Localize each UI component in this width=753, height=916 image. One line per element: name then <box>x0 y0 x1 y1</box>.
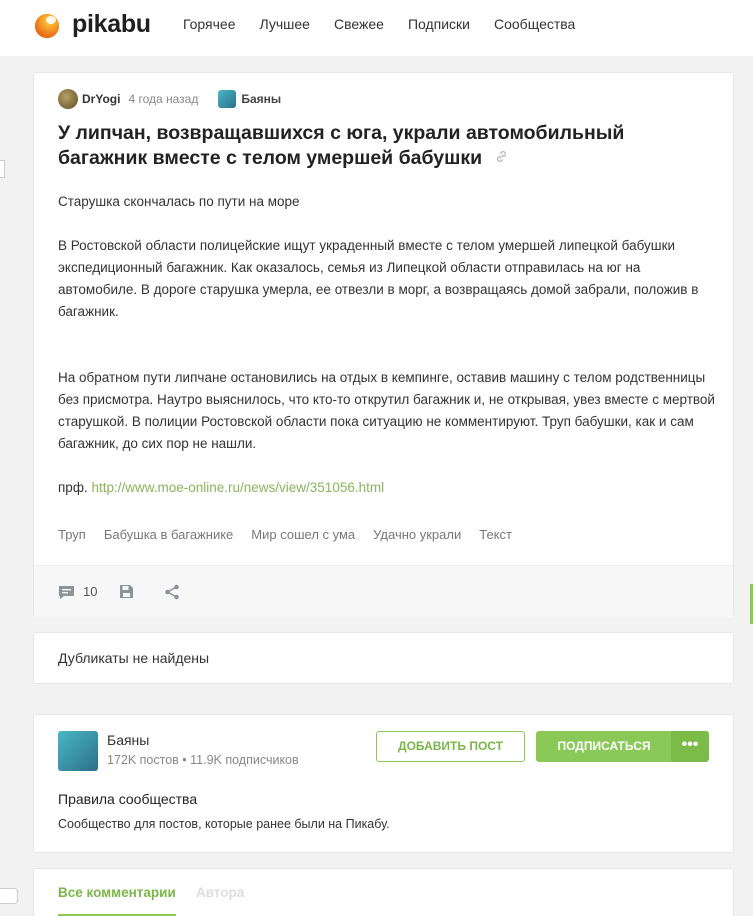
source-link[interactable]: http://www.moe-online.ru/news/view/35105… <box>91 480 384 495</box>
post-card: DrYogi 4 года назад Баяны У липчан, возв… <box>33 72 734 617</box>
subscribe-button[interactable]: ПОДПИСАТЬСЯ <box>536 731 672 762</box>
comments-button[interactable]: 10 <box>58 584 97 600</box>
tag[interactable]: Текст <box>479 527 512 542</box>
tab-author-comments[interactable]: Автора <box>196 885 244 900</box>
save-icon <box>120 585 134 598</box>
author-name[interactable]: DrYogi <box>82 92 120 106</box>
tag[interactable]: Труп <box>58 527 86 542</box>
author-avatar[interactable] <box>58 89 78 109</box>
pikabu-logo-icon <box>33 11 61 39</box>
main-nav: Горячее Лучшее Свежее Подписки Сообществ… <box>183 16 599 32</box>
community-name[interactable]: Баяны <box>241 92 281 106</box>
sidebar-toggle[interactable] <box>0 160 5 178</box>
community-card: Баяны 172K постов • 11.9K подписчиков ДО… <box>33 714 734 853</box>
nav-best[interactable]: Лучшее <box>260 16 310 32</box>
community-title[interactable]: Баяны <box>107 732 149 748</box>
source-prefix: прф. <box>58 480 88 495</box>
community-avatar[interactable] <box>58 731 98 771</box>
post-paragraph: На обратном пути липчане остановились на… <box>58 370 715 451</box>
post-body: Старушка скончалась по пути на море В Ро… <box>58 191 718 499</box>
tab-all-comments[interactable]: Все комментарии <box>58 885 176 900</box>
share-icon <box>165 584 180 599</box>
post-time: 4 года назад <box>128 92 199 106</box>
post-footer: 10 <box>34 565 733 617</box>
link-icon[interactable] <box>494 146 509 171</box>
logo-text: pikabu <box>72 10 151 38</box>
refresh-icon[interactable] <box>0 888 18 904</box>
tag[interactable]: Удачно украли <box>373 527 461 542</box>
community-stats: 172K постов • 11.9K подписчиков <box>107 753 299 767</box>
rules-title: Правила сообщества <box>58 791 198 807</box>
post-paragraph: В Ростовской области полицейские ищут ук… <box>58 238 699 319</box>
comments-card: Все комментарии Автора <box>33 868 734 916</box>
nav-subscriptions[interactable]: Подписки <box>408 16 470 32</box>
duplicates-text: Дубликаты не найдены <box>58 650 210 666</box>
comments-count: 10 <box>83 584 98 599</box>
post-meta: DrYogi 4 года назад Баяны <box>58 89 281 109</box>
add-post-button[interactable]: ДОБАВИТЬ ПОСТ <box>376 731 525 762</box>
tag[interactable]: Мир сошел с ума <box>251 527 355 542</box>
tag[interactable]: Бабушка в багажнике <box>104 527 233 542</box>
nav-fresh[interactable]: Свежее <box>334 16 384 32</box>
duplicates-card: Дубликаты не найдены <box>33 632 734 684</box>
post-paragraph: Старушка скончалась по пути на море <box>58 194 300 209</box>
nav-communities[interactable]: Сообщества <box>494 16 575 32</box>
community-icon[interactable] <box>218 90 237 108</box>
post-title[interactable]: У липчан, возвращавшихся с юга, украли а… <box>58 121 718 171</box>
post-tags: Труп Бабушка в багажнике Мир сошел с ума… <box>58 527 530 542</box>
more-options-button[interactable]: ••• <box>671 731 709 762</box>
share-button[interactable] <box>164 584 188 600</box>
pikabu-logo[interactable]: pikabu <box>33 10 151 39</box>
nav-hot[interactable]: Горячее <box>183 16 236 32</box>
save-button[interactable] <box>119 584 142 599</box>
top-header: pikabu Горячее Лучшее Свежее Подписки Со… <box>0 0 753 56</box>
post-source: прф. http://www.moe-online.ru/news/view/… <box>58 477 718 499</box>
comment-icon <box>59 585 74 599</box>
post-title-text[interactable]: У липчан, возвращавшихся с юга, украли а… <box>58 122 624 169</box>
rules-text: Сообщество для постов, которые ранее был… <box>58 817 390 831</box>
